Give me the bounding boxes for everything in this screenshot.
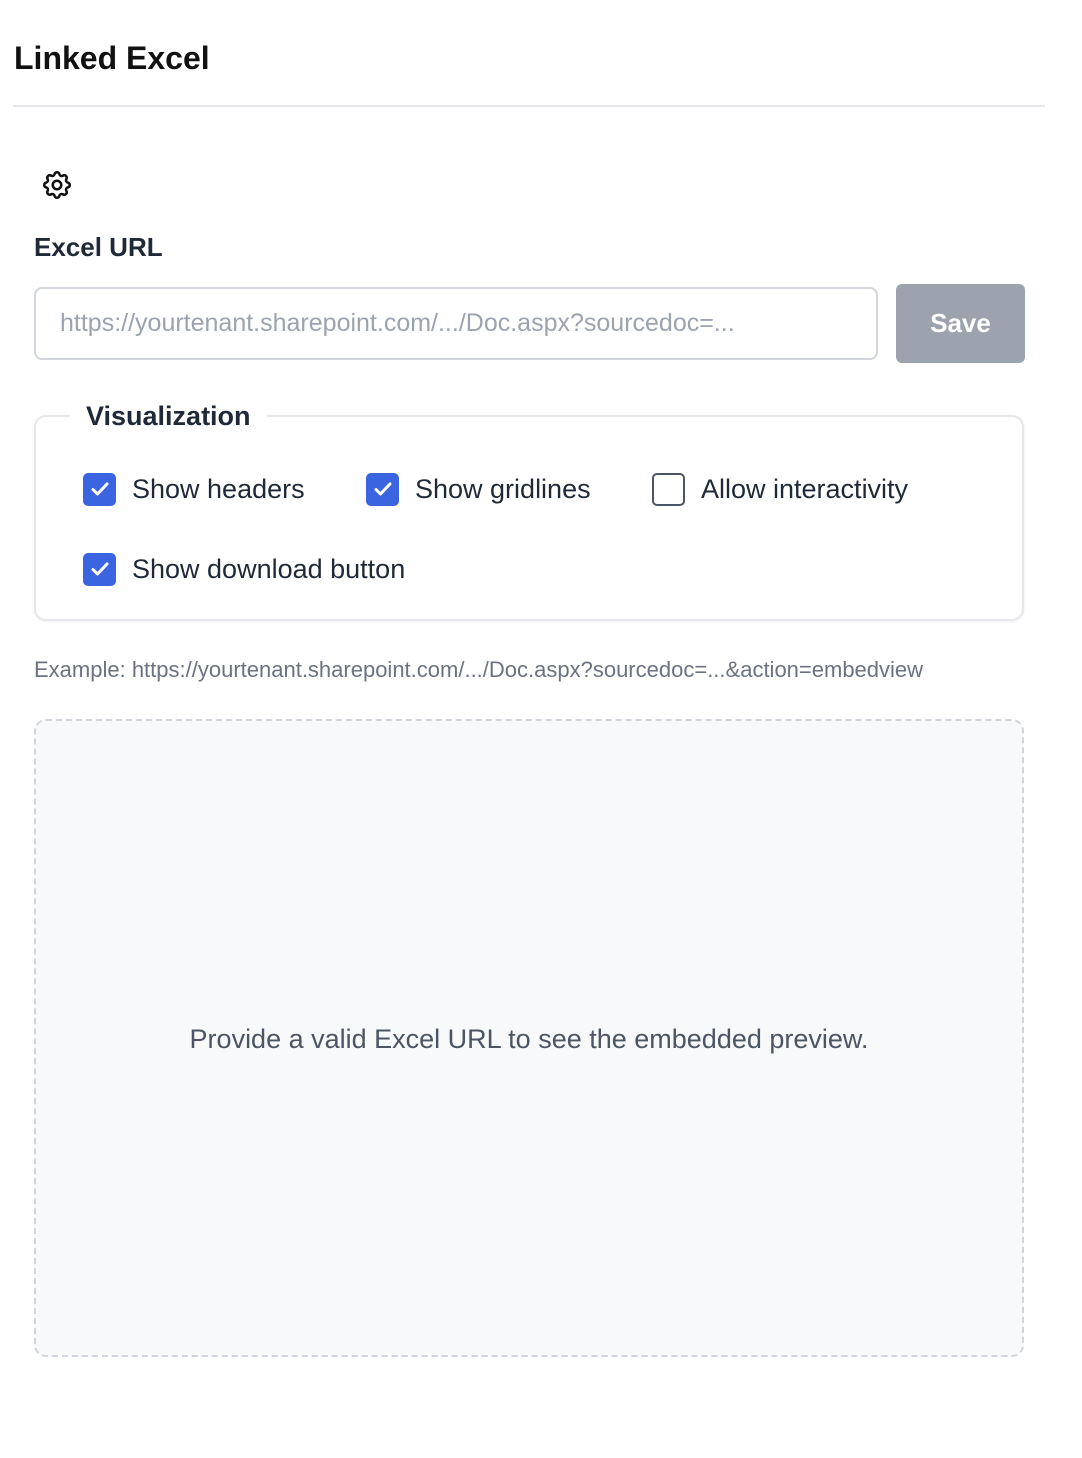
show-gridlines-label: Show gridlines xyxy=(415,474,591,504)
show-headers-checkbox[interactable] xyxy=(83,472,116,506)
save-button[interactable]: Save xyxy=(896,284,1025,363)
checkmark-icon xyxy=(91,482,108,496)
title-divider xyxy=(13,105,1045,107)
show-download-button-option[interactable]: Show download button xyxy=(83,552,405,586)
excel-url-input[interactable] xyxy=(34,287,878,360)
visualization-legend: Visualization xyxy=(70,398,267,434)
example-hint: Example: https://yourtenant.sharepoint.c… xyxy=(34,657,924,682)
allow-interactivity-option[interactable]: Allow interactivity xyxy=(652,472,908,506)
visualization-group: Visualization Show headers Show gridline… xyxy=(34,398,1024,621)
preview-placeholder-message: Provide a valid Excel URL to see the emb… xyxy=(189,1024,869,1054)
show-gridlines-option[interactable]: Show gridlines xyxy=(366,472,591,506)
excel-url-label: Excel URL xyxy=(34,232,163,262)
checkmark-icon xyxy=(91,562,108,576)
allow-interactivity-checkbox[interactable] xyxy=(652,472,685,506)
show-headers-option[interactable]: Show headers xyxy=(83,472,305,506)
allow-interactivity-label: Allow interactivity xyxy=(701,474,909,504)
show-headers-label: Show headers xyxy=(132,474,305,504)
show-download-button-checkbox[interactable] xyxy=(83,552,116,586)
show-gridlines-checkbox[interactable] xyxy=(366,472,399,506)
show-download-button-label: Show download button xyxy=(132,554,406,584)
checkmark-icon xyxy=(374,482,391,496)
embedded-preview-area: Provide a valid Excel URL to see the emb… xyxy=(34,719,1024,1357)
page-title: Linked Excel xyxy=(14,40,210,76)
gear-icon[interactable] xyxy=(38,166,76,204)
